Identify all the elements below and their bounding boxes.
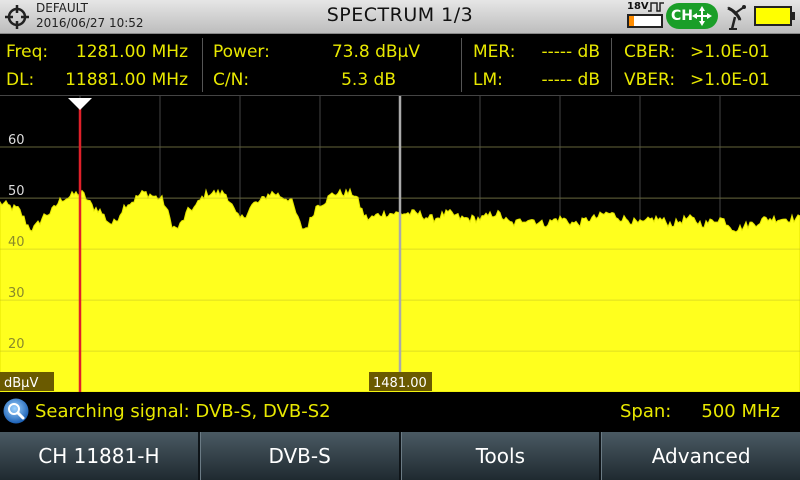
channel-softkey[interactable]: CH 11881-H	[0, 432, 200, 480]
power-value: 73.8 dBµV	[331, 42, 420, 62]
divider	[461, 38, 462, 92]
y-tick-label: 40	[8, 235, 25, 250]
power-label: Power:	[213, 42, 270, 62]
pulse-icon	[648, 2, 664, 12]
channel-mode-label: CH	[671, 8, 693, 24]
move-arrows-icon	[692, 6, 712, 26]
y-tick-label: 20	[8, 337, 25, 352]
y-tick-label: 60	[8, 133, 25, 148]
mer-value: ----- dB	[541, 42, 600, 62]
cber-value: >1.0E-01	[690, 42, 770, 62]
cn-label: C/N:	[213, 70, 250, 90]
search-icon	[3, 398, 29, 424]
header-bar: DEFAULT 2016/06/27 10:52 SPECTRUM 1/3 18…	[0, 0, 800, 34]
unit-label: dBµV	[4, 376, 38, 391]
measurement-panel: Freq: 1281.00 MHz DL: 11881.00 MHz Power…	[0, 34, 800, 96]
status-bar: Searching signal: DVB-S, DVB-S2 Span: 50…	[0, 394, 800, 430]
dl-label: DL:	[6, 70, 35, 90]
divider	[202, 38, 203, 92]
vber-value: >1.0E-01	[690, 70, 770, 90]
softkey-bar: CH 11881-H DVB-S Tools Advanced	[0, 432, 800, 480]
lm-label: LM:	[473, 70, 503, 90]
satellite-dish-icon	[727, 5, 746, 30]
status-message: Searching signal: DVB-S, DVB-S2	[35, 401, 331, 422]
cn-value: 5.3 dB	[341, 70, 396, 90]
lnb-level-fill	[629, 16, 634, 26]
lnb-voltage: 18V	[627, 1, 649, 12]
y-tick-label: 50	[8, 184, 25, 199]
battery-icon	[754, 6, 795, 26]
span-value: 500 MHz	[701, 401, 780, 422]
vber-label: VBER:	[624, 70, 676, 90]
cber-label: CBER:	[624, 42, 676, 62]
span-label: Span:	[620, 401, 672, 422]
lnb-level-bar	[627, 14, 663, 28]
tools-softkey[interactable]: Tools	[400, 432, 602, 480]
spectrum-plot[interactable]: 60 50 40 30 20 dBµV 1481.00	[0, 96, 800, 392]
y-tick-label: 30	[8, 286, 25, 301]
divider	[611, 38, 612, 92]
mer-label: MER:	[473, 42, 516, 62]
signal-type-softkey[interactable]: DVB-S	[199, 432, 401, 480]
freq-value: 1281.00 MHz	[75, 42, 188, 62]
lm-value: ----- dB	[541, 70, 600, 90]
dl-value: 11881.00 MHz	[65, 70, 188, 90]
center-frequency-label: 1481.00	[373, 376, 427, 391]
advanced-softkey[interactable]: Advanced	[601, 432, 800, 480]
